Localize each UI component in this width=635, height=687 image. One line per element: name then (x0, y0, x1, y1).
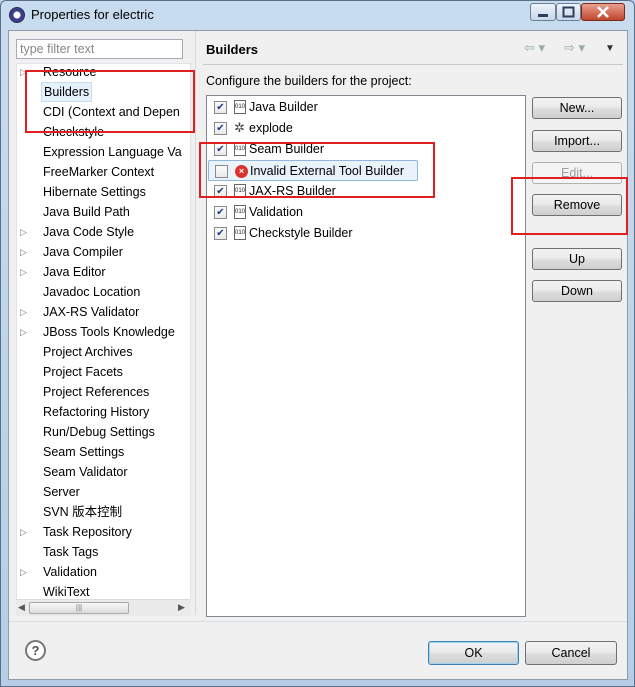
pane-divider[interactable] (195, 31, 196, 615)
scroll-right-arrow-icon[interactable]: ▶ (178, 602, 185, 613)
tree-item-label: Project Facets (43, 365, 123, 379)
tree-horizontal-scrollbar[interactable]: ◀ ||| ▶ (16, 599, 191, 616)
expand-arrow-icon[interactable]: ▷ (20, 562, 32, 582)
builder-label: Java Builder (249, 100, 318, 114)
tree-item-label: Project References (43, 385, 150, 399)
tree-item-label: Java Editor (43, 265, 106, 279)
tree-item-label: Seam Validator (43, 465, 128, 479)
minimize-icon (538, 14, 548, 17)
up-button[interactable]: Up (532, 248, 622, 270)
minimize-button[interactable] (530, 3, 556, 21)
annotation-box-builders (25, 70, 195, 133)
builder-label: Validation (249, 205, 303, 219)
window-title: Properties for electric (31, 7, 154, 22)
eclipse-app-icon (9, 7, 25, 23)
file-icon: 010 (234, 205, 246, 219)
builder-label: Checkstyle Builder (249, 226, 353, 240)
tree-item-label: SVN 版本控制 (43, 505, 123, 519)
tree-item-label: Project Archives (43, 345, 133, 359)
checked-checkbox[interactable]: ✔ (214, 227, 227, 240)
expand-arrow-icon[interactable]: ▷ (20, 262, 32, 282)
filter-input[interactable]: type filter text (16, 39, 183, 59)
maximize-button[interactable] (556, 3, 581, 21)
builder-label: explode (249, 121, 293, 135)
tree-item-label: Java Compiler (43, 245, 123, 259)
expand-arrow-icon[interactable]: ▷ (20, 522, 32, 542)
tree-item-label: FreeMarker Context (43, 165, 155, 179)
expand-arrow-icon[interactable]: ▷ (20, 242, 32, 262)
annotation-box-remove (511, 177, 628, 235)
cancel-button[interactable]: Cancel (525, 641, 617, 665)
checked-checkbox[interactable]: ✔ (214, 122, 227, 135)
forward-nav-icon[interactable]: ⇨ ▾ (564, 40, 585, 56)
bug-icon: ✲ (234, 120, 245, 135)
tree-item-label: Seam Settings (43, 445, 125, 459)
tree-item-label: JAX-RS Validator (43, 305, 140, 319)
back-nav-icon[interactable]: ⇦ ▾ (524, 40, 545, 56)
close-button[interactable] (581, 3, 625, 21)
tree-item-label: Javadoc Location (43, 285, 141, 299)
tree-item-label: JBoss Tools Knowledge (43, 325, 175, 339)
view-menu-icon[interactable]: ▼ (605, 43, 615, 54)
expand-arrow-icon[interactable]: ▷ (20, 222, 32, 242)
page-title: Builders (206, 42, 259, 57)
file-icon: 010 (234, 100, 246, 114)
tree-item-label: Task Tags (43, 545, 99, 559)
title-bar[interactable]: Properties for electric (1, 1, 634, 29)
import-button[interactable]: Import... (532, 130, 622, 152)
builder-row[interactable]: ✔ 010 Java Builder (208, 97, 418, 118)
builder-row[interactable]: ✔ ✲ explode (208, 118, 418, 139)
close-icon (597, 6, 609, 18)
footer-separator (9, 621, 627, 622)
scroll-thumb[interactable]: ||| (29, 602, 129, 614)
tree-item-label: Refactoring History (43, 405, 150, 419)
expand-arrow-icon[interactable]: ▷ (20, 302, 32, 322)
new-button[interactable]: New... (532, 97, 622, 119)
expand-arrow-icon[interactable]: ▷ (20, 322, 32, 342)
maximize-icon (562, 6, 575, 18)
tree-item-label: Java Code Style (43, 225, 135, 239)
ok-button[interactable]: OK (428, 641, 519, 665)
tree-item-label: Java Build Path (43, 205, 130, 219)
tree-item-label: Task Repository (43, 525, 132, 539)
down-button[interactable]: Down (532, 280, 622, 302)
scroll-left-arrow-icon[interactable]: ◀ (18, 602, 25, 613)
builder-row[interactable]: ✔ 010 Validation (208, 202, 418, 223)
annotation-box-invalid-builder (199, 142, 435, 198)
checked-checkbox[interactable]: ✔ (214, 101, 227, 114)
builders-description: Configure the builders for the project: (206, 74, 412, 88)
properties-dialog: Properties for electric type filter text… (0, 0, 635, 687)
help-icon[interactable]: ? (25, 640, 46, 661)
tree-item-label: Server (43, 485, 80, 499)
file-icon: 010 (234, 226, 246, 240)
tree-item-label: Hibernate Settings (43, 185, 146, 199)
builder-row[interactable]: ✔ 010 Checkstyle Builder (208, 223, 418, 244)
preference-tree[interactable]: ▷ Resource Builders CDI (Context and Depen C… (16, 63, 191, 615)
checked-checkbox[interactable]: ✔ (214, 206, 227, 219)
tree-item-label: Run/Debug Settings (43, 425, 155, 439)
title-separator (203, 64, 623, 65)
tree-item-label: Expression Language Va (43, 145, 182, 159)
tree-item-label: Validation (43, 565, 97, 579)
